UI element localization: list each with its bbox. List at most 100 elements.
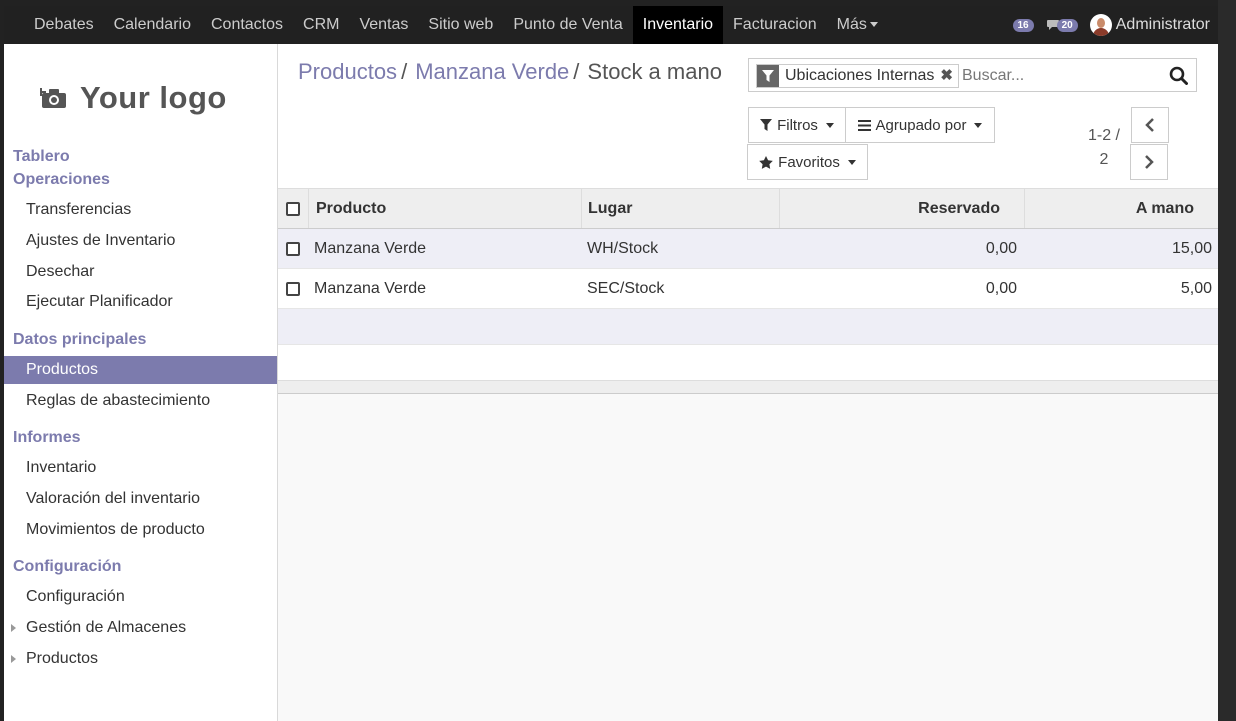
menu-item-debates[interactable]: Debates: [24, 6, 104, 44]
cell-producto: Manzana Verde: [314, 239, 427, 257]
group-by-button-label: Agrupado por: [875, 116, 967, 134]
menu-item-ventas[interactable]: Ventas: [349, 6, 418, 44]
caret-right-icon: [11, 624, 16, 632]
chevron-right-icon: [1145, 155, 1154, 169]
menu-item-contactos[interactable]: Contactos: [201, 6, 293, 44]
sidebar: Your logo Tablero Operaciones Transferen…: [4, 44, 278, 721]
sidebar-item-label: Productos: [26, 650, 99, 667]
user-name: Administrator: [1115, 16, 1210, 33]
cell-reservado: 0,00: [985, 279, 1017, 297]
pager-previous-button[interactable]: [1131, 107, 1169, 143]
camera-icon: [40, 88, 66, 108]
sidebar-section-operaciones: Operaciones: [13, 171, 110, 188]
caret-down-icon: [825, 122, 834, 128]
table-header-row: Producto Lugar Reservado A mano: [278, 188, 1218, 229]
menu-item-crm[interactable]: CRM: [293, 6, 349, 44]
control-panel: Productos / Manzana Verde / Stock a mano Ubi…: [278, 44, 1218, 188]
sidebar-item-transferencias[interactable]: Transferencias: [4, 196, 277, 224]
user-menu[interactable]: Administrator: [1089, 14, 1210, 36]
filter-icon: [760, 119, 773, 131]
menu-item-inventario[interactable]: Inventario: [632, 6, 724, 44]
stock-list-table: Producto Lugar Reservado A mano Manzana …: [278, 188, 1218, 394]
menu-item-sitio-web[interactable]: Sitio web: [418, 6, 503, 44]
systray: 16 20 Administrator: [1012, 6, 1210, 44]
user-avatar: [1089, 14, 1112, 36]
favorites-button-label: Favoritos: [778, 153, 840, 171]
logo-text: Your logo: [80, 80, 227, 115]
table-empty-row: [278, 309, 1218, 345]
cell-reservado: 0,00: [985, 239, 1017, 257]
menu-item-mas-label: Más: [836, 16, 867, 33]
cell-lugar: SEC/Stock: [587, 279, 665, 297]
group-by-button[interactable]: Agrupado por: [845, 107, 995, 143]
chevron-left-icon: [1145, 118, 1154, 132]
messages-count-badge: 20: [1056, 18, 1078, 32]
sidebar-section-configuracion: Configuración: [13, 558, 122, 575]
search-input[interactable]: [962, 65, 1162, 87]
row-checkbox[interactable]: [286, 281, 300, 296]
search-box: Ubicaciones Internas ✖: [748, 58, 1197, 92]
table-footer: [278, 381, 1218, 394]
breadcrumb-current: Stock a mano: [587, 59, 722, 84]
sidebar-section-tablero[interactable]: Tablero: [13, 148, 70, 166]
breadcrumb-manzana-verde[interactable]: Manzana Verde: [415, 59, 569, 84]
activities-count-badge: 16: [1012, 18, 1034, 32]
cell-a-mano: 5,00: [1180, 279, 1212, 297]
main-menu: Debates Calendario Contactos CRM Ventas …: [24, 6, 888, 44]
star-icon: [759, 155, 773, 169]
breadcrumb-separator: /: [573, 59, 580, 84]
breadcrumb: Productos / Manzana Verde / Stock a mano: [298, 59, 722, 85]
row-select-cell: [278, 269, 308, 308]
sidebar-section-informes: Informes: [13, 429, 81, 446]
activities-button[interactable]: 16: [1012, 18, 1034, 32]
breadcrumb-productos[interactable]: Productos: [298, 59, 397, 84]
column-header-producto[interactable]: Producto: [308, 189, 581, 228]
messages-button[interactable]: 20: [1046, 18, 1078, 32]
table-row[interactable]: Manzana Verde WH/Stock 0,00 15,00: [278, 229, 1218, 269]
breadcrumb-separator: /: [401, 59, 408, 84]
sidebar-item-ejecutar-planificador[interactable]: Ejecutar Planificador: [4, 288, 277, 316]
filters-button[interactable]: Filtros: [748, 107, 846, 143]
sidebar-item-ajustes-inventario[interactable]: Ajustes de Inventario: [4, 227, 277, 255]
table-row[interactable]: Manzana Verde SEC/Stock 0,00 5,00: [278, 269, 1218, 309]
search-facet-value: Ubicaciones Internas: [785, 67, 935, 84]
menu-item-punto-de-venta[interactable]: Punto de Venta: [503, 6, 632, 44]
company-logo[interactable]: Your logo: [40, 69, 255, 127]
select-all-checkbox[interactable]: [286, 201, 300, 216]
cell-lugar: WH/Stock: [587, 239, 659, 257]
sidebar-section-datos-principales: Datos principales: [13, 331, 147, 348]
sidebar-item-valoracion[interactable]: Valoración del inventario: [4, 485, 277, 513]
caret-down-icon: [974, 122, 983, 128]
menu-item-calendario[interactable]: Calendario: [104, 6, 201, 44]
sidebar-item-reglas-abastecimiento[interactable]: Reglas de abastecimiento: [4, 387, 277, 415]
favorites-button[interactable]: Favoritos: [747, 144, 868, 180]
caret-right-icon: [11, 655, 16, 663]
sidebar-item-productos-config[interactable]: Productos: [4, 645, 277, 673]
remove-facet-icon[interactable]: ✖: [940, 65, 958, 87]
filter-icon: [757, 65, 779, 87]
menu-item-mas[interactable]: Más: [827, 6, 888, 44]
sidebar-item-desechar[interactable]: Desechar: [4, 258, 277, 286]
search-facet[interactable]: Ubicaciones Internas ✖: [756, 64, 959, 88]
sidebar-item-inventario[interactable]: Inventario: [4, 454, 277, 482]
sidebar-item-gestion-almacenes[interactable]: Gestión de Almacenes: [4, 614, 277, 642]
sidebar-item-movimientos[interactable]: Movimientos de producto: [4, 516, 277, 544]
column-header-a-mano[interactable]: A mano: [1024, 189, 1218, 228]
pager-total: 2: [1099, 151, 1109, 168]
sidebar-item-configuracion[interactable]: Configuración: [4, 583, 277, 611]
background-window-edge: [1218, 0, 1236, 721]
menu-item-facturacion[interactable]: Facturacion: [723, 6, 827, 44]
sidebar-item-productos[interactable]: Productos: [4, 356, 277, 384]
pager-next-button[interactable]: [1130, 144, 1168, 180]
cell-a-mano: 15,00: [1171, 239, 1212, 257]
search-icon[interactable]: [1169, 66, 1188, 85]
sidebar-item-label: Gestión de Almacenes: [26, 619, 187, 636]
bars-icon: [857, 119, 871, 131]
caret-down-icon: [847, 159, 856, 165]
pager-range[interactable]: 1-2 /: [1082, 124, 1126, 148]
row-select-cell: [278, 229, 308, 268]
row-checkbox[interactable]: [286, 241, 300, 256]
column-header-reservado[interactable]: Reservado: [779, 189, 1024, 228]
column-header-lugar[interactable]: Lugar: [581, 189, 779, 228]
cell-producto: Manzana Verde: [314, 279, 427, 297]
